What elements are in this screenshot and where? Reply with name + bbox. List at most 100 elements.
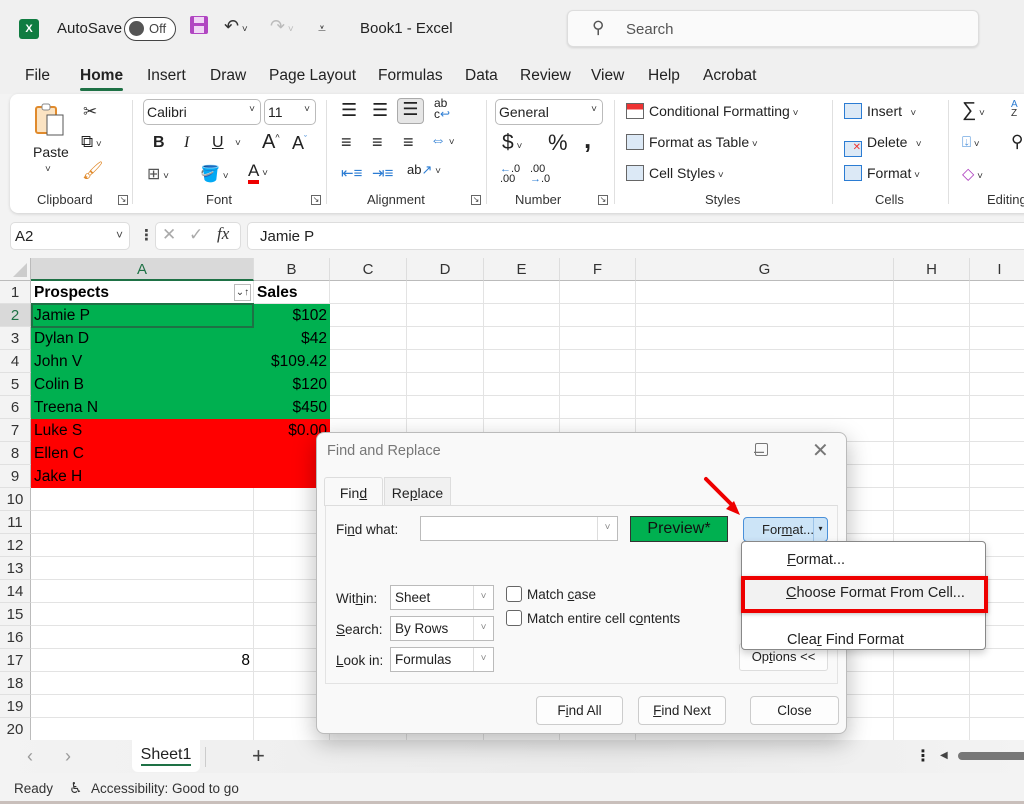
row-header-20[interactable]: 20: [0, 718, 31, 740]
align-center-icon[interactable]: ≡: [372, 132, 383, 153]
formula-input[interactable]: Jamie P: [247, 222, 1024, 250]
bold-button[interactable]: B: [153, 134, 165, 152]
row-header-12[interactable]: 12: [0, 534, 31, 557]
italic-button[interactable]: I: [184, 134, 189, 152]
increase-decimal-icon[interactable]: ←.0.00: [500, 164, 520, 185]
cell-a17[interactable]: 8: [31, 649, 253, 672]
name-box[interactable]: A2 ˅: [10, 222, 130, 250]
horizontal-scrollbar[interactable]: ◀: [940, 750, 1024, 761]
tab-review[interactable]: Review: [520, 67, 571, 85]
row-header-16[interactable]: 16: [0, 626, 31, 649]
row-header-8[interactable]: 8: [0, 442, 31, 465]
find-what-input[interactable]: ˅: [420, 516, 618, 541]
row-header-14[interactable]: 14: [0, 580, 31, 603]
column-header-e[interactable]: E: [484, 258, 560, 281]
fill-color-icon[interactable]: 🪣 ˅: [200, 164, 229, 184]
align-left-icon[interactable]: ≡: [341, 132, 352, 153]
font-name-select[interactable]: Calibri ˅: [143, 99, 261, 125]
tab-help[interactable]: Help: [648, 67, 680, 85]
row-header-5[interactable]: 5: [0, 373, 31, 396]
row-header-15[interactable]: 15: [0, 603, 31, 626]
accessibility-status[interactable]: Accessibility: Good to go: [91, 781, 239, 796]
close-icon[interactable]: ✕: [812, 438, 829, 463]
cell-a8[interactable]: Ellen C: [31, 442, 253, 465]
more-options-icon[interactable]: ⋮: [915, 746, 931, 766]
more-options-icon[interactable]: ⋮: [139, 226, 154, 244]
clear-icon[interactable]: ◇ ˅: [962, 164, 983, 184]
tab-formulas[interactable]: Formulas: [378, 67, 443, 85]
cell-b3[interactable]: $42: [254, 327, 330, 350]
search-box[interactable]: ⚲ Search: [567, 10, 979, 47]
cell-styles-button[interactable]: Cell Styles ˅: [626, 165, 724, 181]
tab-page-layout[interactable]: Page Layout: [269, 67, 356, 85]
column-header-b[interactable]: B: [254, 258, 330, 281]
column-header-d[interactable]: D: [407, 258, 484, 281]
clipboard-launcher-icon[interactable]: ↘: [118, 195, 128, 205]
alignment-launcher-icon[interactable]: ↘: [471, 195, 481, 205]
orientation-icon[interactable]: ab↗ ˅: [407, 162, 441, 178]
close-button[interactable]: Close: [750, 696, 839, 725]
menu-item-format[interactable]: Format...: [787, 552, 845, 568]
tab-draw[interactable]: Draw: [210, 67, 246, 85]
cell-a1[interactable]: Prospects: [31, 281, 253, 304]
row-header-17[interactable]: 17: [0, 649, 31, 672]
row-header-11[interactable]: 11: [0, 511, 31, 534]
delete-cells-button[interactable]: ✕ Delete ˅: [844, 134, 922, 157]
number-launcher-icon[interactable]: ↘: [598, 195, 608, 205]
sort-filter-button[interactable]: ⌄↑: [234, 284, 251, 301]
format-button[interactable]: Format... ▾: [743, 517, 828, 542]
autosum-icon[interactable]: ∑ ˅: [962, 99, 985, 122]
save-icon[interactable]: [188, 14, 210, 41]
tab-file[interactable]: File: [25, 67, 50, 85]
look-in-select[interactable]: Formulas ˅: [390, 647, 494, 672]
paste-dropdown-icon[interactable]: ˅: [45, 164, 51, 175]
accessibility-icon[interactable]: ♿: [69, 779, 82, 797]
customize-qat-icon[interactable]: ⩡: [318, 20, 326, 37]
row-header-13[interactable]: 13: [0, 557, 31, 580]
cell-b6[interactable]: $450: [254, 396, 330, 419]
decrease-indent-icon[interactable]: ⇤≡: [341, 164, 362, 182]
row-header-19[interactable]: 19: [0, 695, 31, 718]
next-sheet-icon[interactable]: ›: [65, 746, 71, 767]
tab-view[interactable]: View: [591, 67, 624, 85]
cell-a6[interactable]: Treena N: [31, 396, 253, 419]
cut-icon[interactable]: ✂: [83, 102, 97, 122]
row-header-6[interactable]: 6: [0, 396, 31, 419]
format-painter-icon[interactable]: 🖌: [82, 161, 104, 181]
tab-find[interactable]: Find: [324, 477, 383, 506]
column-header-f[interactable]: F: [560, 258, 636, 281]
tab-acrobat[interactable]: Acrobat: [703, 67, 756, 85]
copy-icon[interactable]: ⧉ ˅: [81, 132, 102, 152]
search-order-select[interactable]: By Rows ˅: [390, 616, 494, 641]
cell-a5[interactable]: Colin B: [31, 373, 253, 396]
decrease-decimal-icon[interactable]: .00 →.0: [530, 164, 550, 185]
tab-home[interactable]: Home: [80, 67, 124, 91]
cell-a7[interactable]: Luke S: [31, 419, 253, 442]
sheet-tab-sheet1[interactable]: Sheet1: [132, 740, 200, 772]
row-header-7[interactable]: 7: [0, 419, 31, 442]
conditional-formatting-button[interactable]: Conditional Formatting ˅: [626, 103, 798, 119]
enter-icon[interactable]: ✓: [189, 225, 203, 245]
row-header-9[interactable]: 9: [0, 465, 31, 488]
find-all-button[interactable]: Find All: [536, 696, 623, 725]
maximize-icon[interactable]: [755, 443, 768, 456]
align-right-icon[interactable]: ≡: [403, 132, 414, 153]
underline-button[interactable]: U: [212, 134, 224, 152]
format-dropdown-arrow-icon[interactable]: ▾: [813, 518, 827, 541]
within-select[interactable]: Sheet ˅: [390, 585, 494, 610]
row-header-2[interactable]: 2: [0, 304, 31, 327]
cell-b2[interactable]: $102: [254, 304, 330, 327]
paste-button[interactable]: Paste: [33, 144, 69, 160]
font-color-icon[interactable]: A ˅: [248, 161, 268, 184]
column-header-c[interactable]: C: [330, 258, 407, 281]
cancel-icon[interactable]: ✕: [162, 225, 176, 245]
font-size-select[interactable]: 11 ˅: [264, 99, 316, 125]
match-case-checkbox[interactable]: [506, 586, 522, 602]
cell-b5[interactable]: $120: [254, 373, 330, 396]
cell-b4[interactable]: $109.42: [254, 350, 330, 373]
scrollbar-thumb[interactable]: [958, 752, 1024, 760]
find-next-button[interactable]: Find Next: [638, 696, 726, 725]
middle-align-icon[interactable]: ☰: [372, 100, 388, 121]
match-entire-checkbox[interactable]: [506, 610, 522, 626]
row-header-10[interactable]: 10: [0, 488, 31, 511]
